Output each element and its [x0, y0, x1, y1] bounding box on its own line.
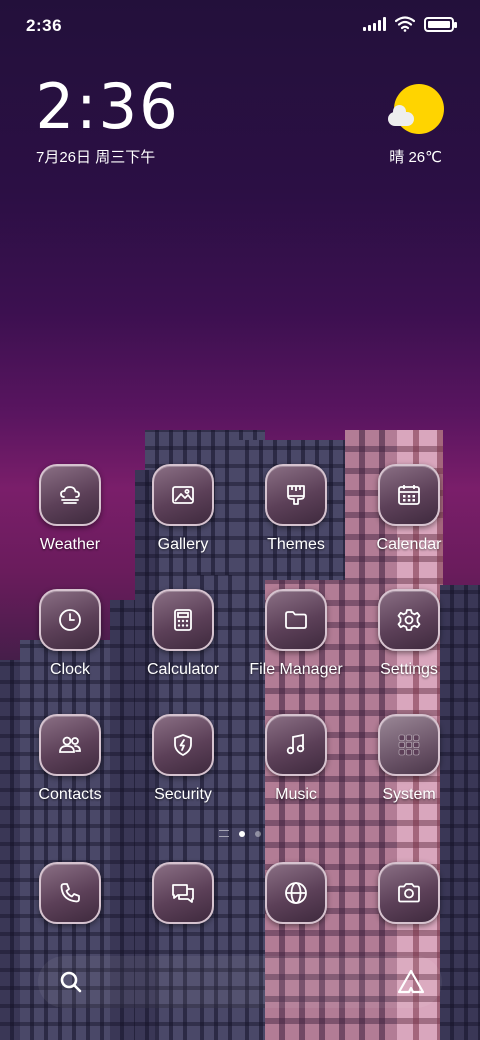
page-indicator[interactable]	[0, 830, 480, 837]
messages-icon	[152, 862, 214, 924]
app-label: Calendar	[376, 536, 442, 553]
page-list-icon	[219, 830, 229, 837]
search-bar[interactable]	[38, 956, 442, 1008]
app-settings[interactable]: Settings	[353, 589, 465, 679]
folder-icon	[265, 589, 327, 651]
assistant-icon[interactable]	[396, 968, 426, 996]
phone-icon	[39, 862, 101, 924]
music-icon	[265, 714, 327, 776]
dock-phone[interactable]	[14, 862, 126, 924]
app-gallery[interactable]: Gallery	[127, 464, 239, 554]
app-label: Clock	[49, 661, 90, 678]
app-weather[interactable]: Weather	[14, 464, 126, 554]
page-dot-2	[255, 830, 261, 837]
clock-icon	[39, 589, 101, 651]
app-label: Weather	[39, 536, 101, 553]
app-calendar[interactable]: Calendar	[353, 464, 465, 554]
calculator-icon	[152, 589, 214, 651]
app-label: Themes	[267, 536, 325, 553]
app-label: Security	[154, 786, 212, 803]
clock-widget-date[interactable]: 7月26日 周三下午	[36, 146, 155, 167]
status-bar: 2:36	[0, 0, 480, 50]
dock-camera[interactable]	[353, 862, 465, 924]
signal-icon	[363, 17, 386, 31]
clock-widget-time[interactable]: 2:36	[35, 76, 179, 138]
app-clock[interactable]: Clock	[14, 589, 126, 679]
app-themes[interactable]: Themes	[240, 464, 352, 554]
app-file-manager[interactable]: File Manager	[240, 589, 352, 679]
dock-messages[interactable]	[127, 862, 239, 924]
gallery-icon	[152, 464, 214, 526]
weather-temperature[interactable]: 晴 26℃	[389, 146, 442, 167]
search-icon[interactable]	[58, 969, 84, 995]
themes-icon	[265, 464, 327, 526]
camera-icon	[378, 862, 440, 924]
browser-icon	[265, 862, 327, 924]
security-icon	[152, 714, 214, 776]
app-system-folder[interactable]: System	[353, 714, 465, 804]
dock-browser[interactable]	[240, 862, 352, 924]
app-label: Calculator	[146, 661, 220, 678]
wifi-icon	[395, 16, 415, 32]
page-dot-1	[239, 830, 245, 837]
app-label: File Manager	[249, 661, 343, 678]
status-time: 2:36	[26, 16, 63, 35]
app-calculator[interactable]: Calculator	[127, 589, 239, 679]
battery-icon	[424, 16, 457, 32]
app-security[interactable]: Security	[127, 714, 239, 804]
app-music[interactable]: Music	[240, 714, 352, 804]
gear-icon	[378, 589, 440, 651]
app-label: Music	[275, 786, 317, 803]
sunny-cloud-icon[interactable]	[388, 84, 444, 136]
app-label: Settings	[380, 661, 438, 678]
app-label: Contacts	[38, 786, 102, 803]
calendar-icon	[378, 464, 440, 526]
app-contacts[interactable]: Contacts	[14, 714, 126, 804]
app-label: System	[382, 786, 436, 803]
folder-grid-icon	[378, 714, 440, 776]
contacts-icon	[39, 714, 101, 776]
app-label: Gallery	[157, 536, 209, 553]
weather-icon	[39, 464, 101, 526]
